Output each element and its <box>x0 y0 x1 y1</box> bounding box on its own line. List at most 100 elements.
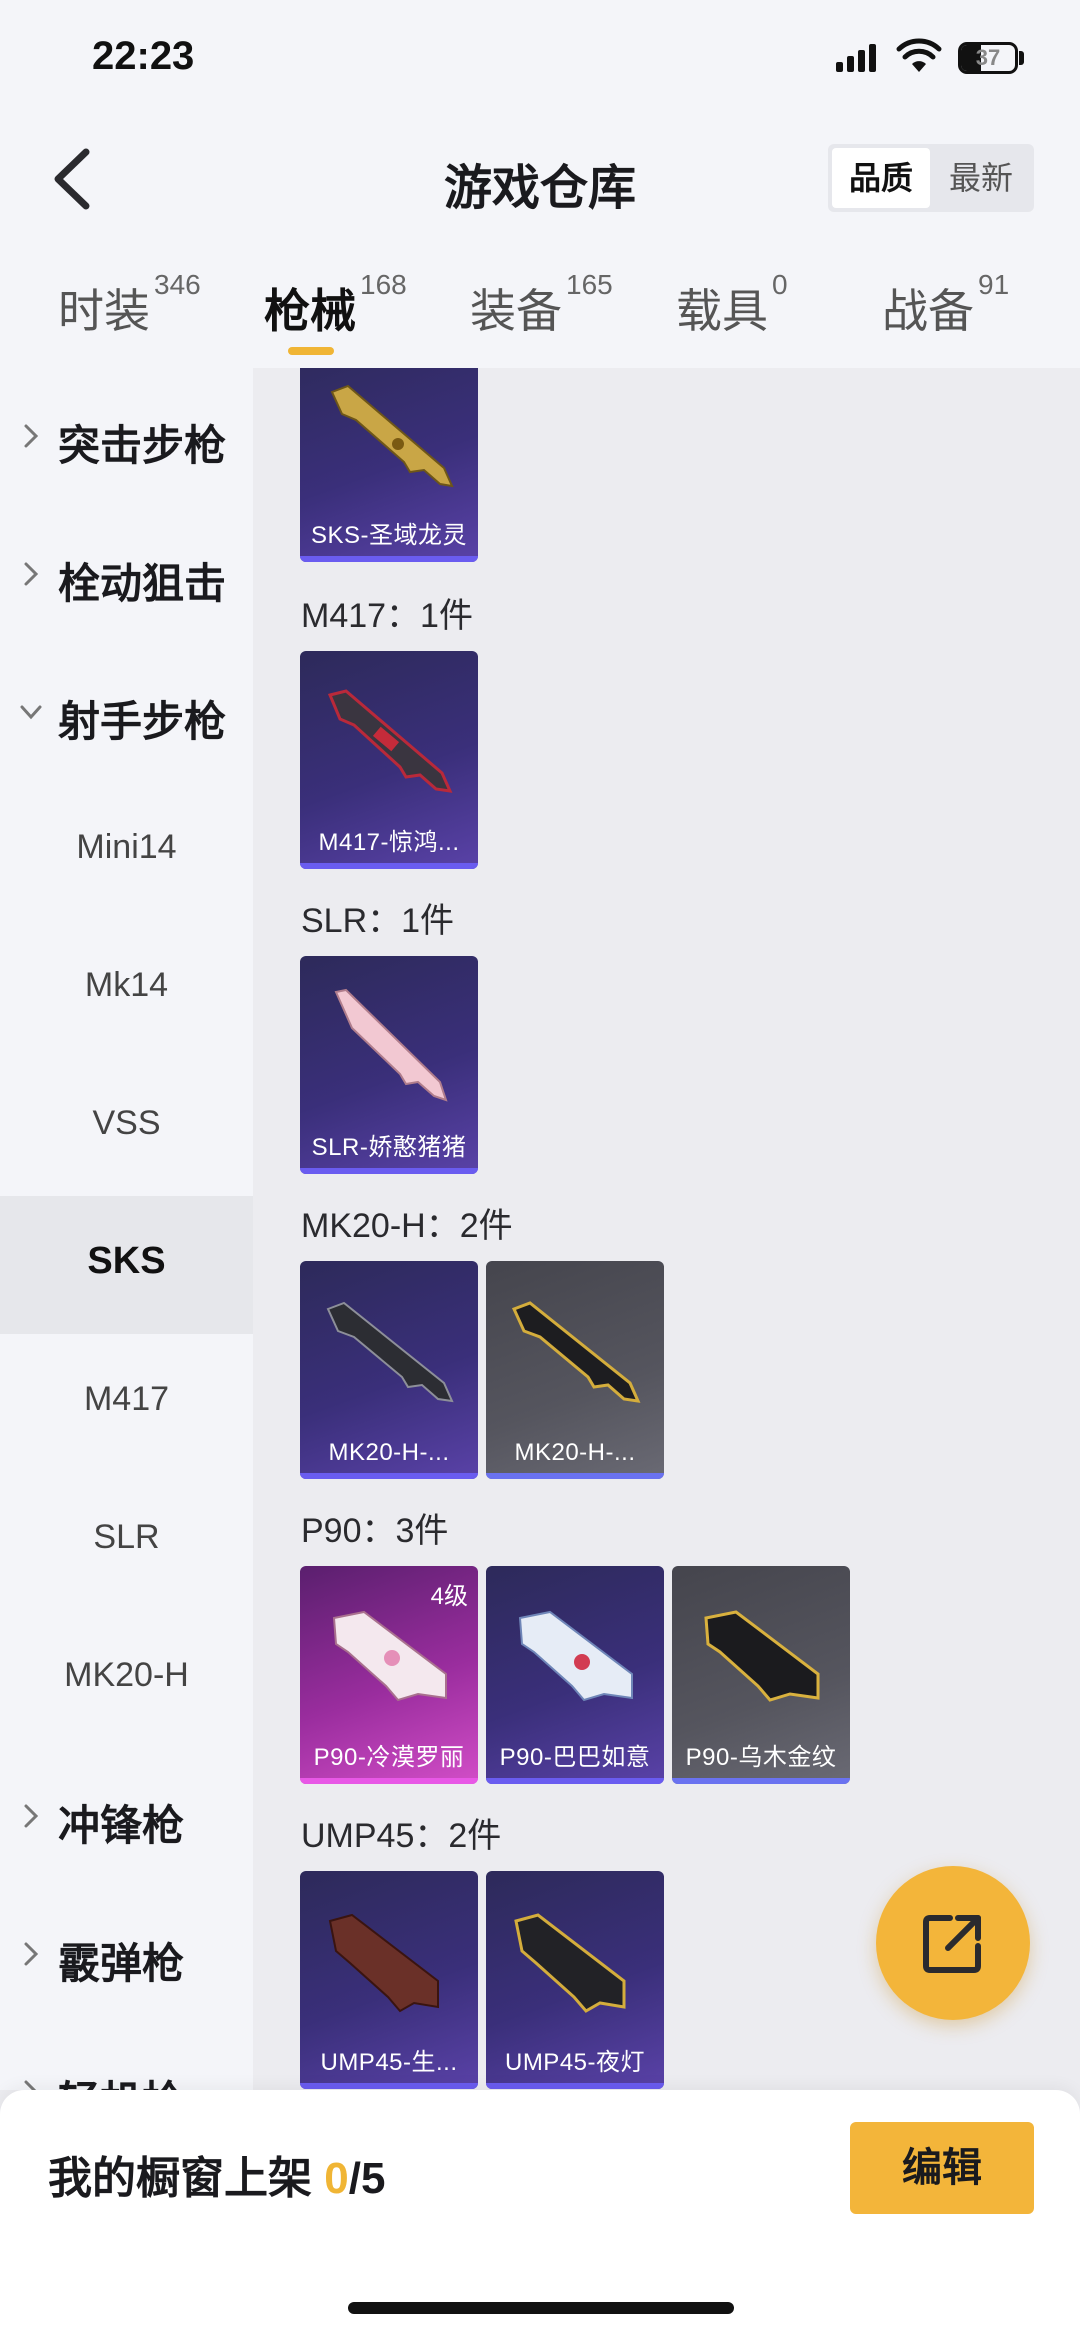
skin-name: M417-惊鸿... <box>318 829 460 856</box>
rarity-bar <box>300 1473 478 1479</box>
share-icon <box>923 1915 981 1973</box>
rifle-icon <box>326 1301 454 1403</box>
tab-count: 346 <box>154 269 201 300</box>
showcase-count: 0 <box>324 2154 349 2203</box>
back-arrow-icon[interactable] <box>40 142 104 216</box>
sidebar-group-assault-rifle[interactable]: 突击步枪 <box>0 368 253 506</box>
skin-card[interactable]: MK20-H-... <box>300 1261 478 1479</box>
edit-button[interactable]: 编辑 <box>850 2122 1034 2214</box>
showcase-status: 我的橱窗上架 0/5 <box>48 2142 385 2206</box>
rarity-bar <box>300 556 478 562</box>
skin-card[interactable]: MK20-H-... <box>486 1261 664 1479</box>
skin-card[interactable]: M417-惊鸿... <box>300 651 478 869</box>
sort-option-newest[interactable]: 最新 <box>932 148 1030 208</box>
rarity-bar <box>300 2083 478 2089</box>
sidebar-group-label: 霰弹枪 <box>58 1940 185 1987</box>
home-indicator <box>348 2302 734 2314</box>
smg-icon <box>332 1610 447 1702</box>
section-title-mk20h: MK20-H：2件 <box>301 1207 513 1245</box>
sidebar-group-shotgun[interactable]: 霰弹枪 <box>0 1886 253 2024</box>
battery-icon: 37 <box>958 42 1018 74</box>
sidebar-item-mk14[interactable]: Mk14 <box>0 920 253 1058</box>
tab-count: 165 <box>566 269 613 300</box>
wifi-icon <box>896 38 942 72</box>
rifle-icon <box>330 384 454 488</box>
tab-vehicles[interactable]: 载具0 <box>676 269 788 355</box>
sidebar-item-mk20h[interactable]: MK20-H <box>0 1610 253 1748</box>
skin-card[interactable]: SLR-娇憨猪猪 <box>300 956 478 1174</box>
rarity-bar <box>486 2083 664 2089</box>
skin-card[interactable]: 4级 P90-冷漠罗丽 <box>300 1566 478 1784</box>
skin-card[interactable]: SKS-圣域龙灵 <box>300 368 478 562</box>
rarity-bar <box>300 1168 478 1174</box>
battery-tip <box>1019 51 1024 65</box>
smg-icon <box>704 1610 820 1702</box>
sidebar-item-sks[interactable]: SKS <box>0 1196 253 1334</box>
sidebar-item-label: M417 <box>83 1380 170 1418</box>
skin-name: MK20-H-... <box>328 1439 450 1466</box>
skin-name: MK20-H-... <box>514 1439 636 1466</box>
tab-label: 装备 <box>470 285 562 337</box>
sidebar-item-label: MK20-H <box>64 1656 189 1694</box>
showcase-total: /5 <box>348 2154 386 2203</box>
sidebar-item-slr[interactable]: SLR <box>0 1472 253 1610</box>
sort-option-quality[interactable]: 品质 <box>832 148 930 208</box>
showcase-panel: 我的橱窗上架 0/5 编辑 <box>0 2090 1080 2339</box>
sidebar-item-label: Mini14 <box>76 828 177 866</box>
sidebar-item-label: SLR <box>93 1518 160 1556</box>
skin-name: P90-巴巴如意 <box>499 1744 651 1771</box>
status-bar: 22:23 37 <box>0 0 1080 120</box>
chevron-right-icon <box>24 1804 39 1828</box>
weapon-skin-list: SKS-圣域龙灵 M417：1件 M417-惊鸿... SLR：1件 SLR-娇… <box>253 368 1080 2090</box>
skin-card[interactable]: P90-乌木金纹 <box>672 1566 850 1784</box>
chevron-right-icon <box>24 2080 37 2090</box>
skin-card[interactable]: P90-巴巴如意 <box>486 1566 664 1784</box>
active-tab-indicator <box>288 347 334 355</box>
sidebar-group-label: 栓动狙击 <box>58 560 227 607</box>
sidebar-group-lmg[interactable]: 轻机枪 <box>0 2024 253 2090</box>
chevron-right-icon <box>24 424 39 448</box>
skin-name: SKS-圣域龙灵 <box>310 522 467 549</box>
tab-count: 168 <box>360 269 407 300</box>
skin-name: UMP45-生... <box>320 2049 458 2076</box>
sidebar-item-label: SKS <box>87 1240 166 1282</box>
sidebar-group-marksman-rifle[interactable]: 射手步枪 <box>0 644 253 782</box>
skin-name: UMP45-夜灯 <box>504 2049 646 2076</box>
sidebar-item-mini14[interactable]: Mini14 <box>0 782 253 920</box>
section-title-p90: P90：3件 <box>301 1512 449 1550</box>
sidebar-group-bolt-sniper[interactable]: 栓动狙击 <box>0 506 253 644</box>
rifle-icon <box>334 988 448 1102</box>
rarity-bar <box>300 863 478 869</box>
cellular-signal-icon <box>836 44 878 72</box>
showcase-label-text: 我的橱窗上架 <box>48 2154 325 2203</box>
rarity-bar <box>300 1778 478 1784</box>
weapon-type-sidebar: 突击步枪 栓动狙击 射手步枪 Mini14 Mk14 VSS SKS M417 … <box>0 368 253 2090</box>
tab-count: 0 <box>772 269 788 300</box>
skin-name: P90-乌木金纹 <box>685 1744 837 1771</box>
tab-count: 91 <box>978 269 1010 300</box>
skin-card[interactable]: UMP45-生... <box>300 1871 478 2089</box>
sidebar-group-smg[interactable]: 冲锋枪 <box>0 1748 253 1886</box>
sidebar-group-label: 冲锋枪 <box>58 1802 185 1849</box>
rifle-icon <box>511 1301 641 1403</box>
tab-fashion[interactable]: 时装346 <box>58 269 201 355</box>
tab-supplies[interactable]: 战备91 <box>882 269 1009 355</box>
page-title: 游戏仓库 <box>443 162 636 215</box>
rarity-bar <box>672 1778 850 1784</box>
sidebar-item-m417[interactable]: M417 <box>0 1334 253 1472</box>
tab-firearms[interactable]: 枪械168 <box>264 269 407 355</box>
section-title-m417: M417：1件 <box>301 597 473 635</box>
sort-toggle: 品质 最新 <box>828 144 1034 212</box>
skin-card[interactable]: UMP45-夜灯 <box>486 1871 664 2089</box>
rifle-icon <box>327 689 453 793</box>
sidebar-group-label: 轻机枪 <box>58 2068 184 2090</box>
chevron-right-icon <box>24 1942 39 1966</box>
sidebar-item-vss[interactable]: VSS <box>0 1058 253 1196</box>
smg-icon <box>514 1913 626 2013</box>
chevron-right-icon <box>24 562 39 586</box>
status-time: 22:23 <box>92 34 195 78</box>
chevron-down-icon <box>20 705 42 720</box>
share-button[interactable] <box>876 1866 1030 2020</box>
tab-label: 时装 <box>58 285 150 337</box>
tab-equipment[interactable]: 装备165 <box>470 269 613 355</box>
